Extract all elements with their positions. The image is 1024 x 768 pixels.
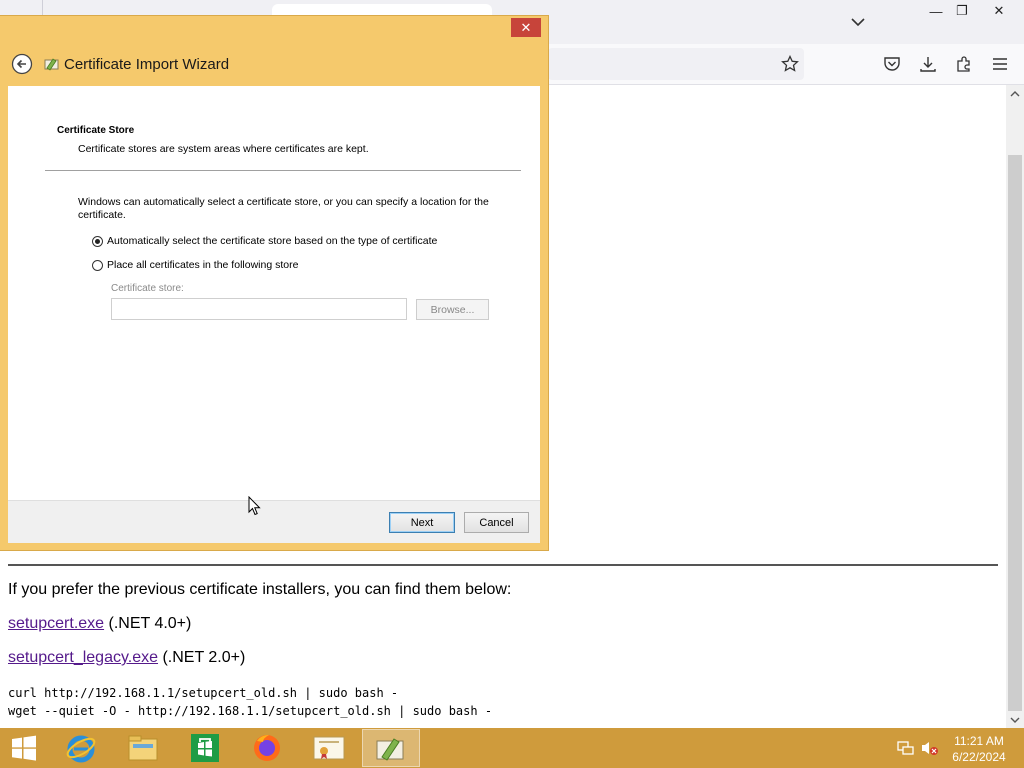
store-icon <box>191 734 219 762</box>
network-icon <box>897 741 914 755</box>
radio-unchecked-icon[interactable] <box>92 259 103 271</box>
scrollbar-thumb[interactable] <box>1008 155 1022 711</box>
section-description: Certificate stores are system areas wher… <box>78 143 369 155</box>
chevron-up-icon <box>1010 90 1020 96</box>
certificate-wizard-icon <box>376 738 404 761</box>
installer-row-legacy: setupcert_legacy.exe (.NET 2.0+) <box>8 648 245 668</box>
folder-icon <box>128 735 158 761</box>
browser-restore-button[interactable]: ❐ <box>945 0 979 22</box>
place-in-store-option[interactable]: Place all certificates in the following … <box>92 257 298 273</box>
browser-close-button[interactable]: ✕ <box>982 0 1016 22</box>
setupcert-legacy-exe-note: (.NET 2.0+) <box>158 649 246 666</box>
chevron-down-icon <box>1010 717 1020 723</box>
extensions-icon <box>957 56 970 72</box>
installers-intro: If you prefer the previous certificate i… <box>8 581 512 598</box>
clock-time: 11:21 AM <box>954 734 1004 748</box>
dialog-footer <box>8 500 540 543</box>
auto-select-store-option[interactable]: Automatically select the certificate sto… <box>92 233 437 249</box>
curl-command: curl http://192.168.1.1/setupcert_old.sh… <box>8 686 399 700</box>
installer-row-setupcert: setupcert.exe (.NET 4.0+) <box>8 614 191 634</box>
taskbar-certificate-import-wizard[interactable] <box>362 729 420 767</box>
volume-muted-icon <box>922 742 938 755</box>
taskbar-file-explorer[interactable] <box>114 729 172 767</box>
download-icon <box>920 57 936 72</box>
tab-list-button[interactable] <box>846 10 870 34</box>
section-divider <box>45 170 521 171</box>
auto-select-store-label: Automatically select the certificate sto… <box>107 235 438 247</box>
internet-explorer-icon <box>66 735 96 763</box>
chevron-down-icon <box>851 18 865 27</box>
extensions-button[interactable] <box>952 52 976 76</box>
volume-tray-button[interactable] <box>921 740 939 756</box>
mouse-cursor-icon <box>248 495 262 516</box>
page-divider <box>8 564 998 566</box>
dialog-title: Certificate Import Wizard <box>64 56 230 73</box>
place-in-store-label: Place all certificates in the following … <box>107 259 299 271</box>
back-arrow-icon <box>11 53 33 75</box>
windows-logo-icon <box>12 735 36 761</box>
store-info-text: Windows can automatically select a certi… <box>78 196 489 221</box>
taskbar-firefox[interactable] <box>238 729 296 767</box>
taskbar-certificate[interactable] <box>300 729 358 767</box>
star-icon <box>781 55 799 72</box>
radio-checked-icon[interactable] <box>92 235 103 247</box>
setupcert-exe-note: (.NET 4.0+) <box>104 615 192 632</box>
network-tray-button[interactable] <box>897 740 915 756</box>
taskbar-internet-explorer[interactable] <box>52 729 110 767</box>
wget-command: wget --quiet -O - http://192.168.1.1/set… <box>8 704 493 718</box>
app-menu-button[interactable] <box>988 52 1012 76</box>
setupcert-legacy-exe-link[interactable]: setupcert_legacy.exe <box>8 649 158 666</box>
menu-icon <box>993 58 1007 70</box>
dialog-close-button[interactable]: ✕ <box>511 18 541 37</box>
taskbar-clock[interactable]: 11:21 AM 6/22/2024 <box>946 733 1012 765</box>
start-button[interactable] <box>0 729 48 767</box>
scroll-up-button[interactable] <box>1006 86 1024 100</box>
certificate-store-input[interactable] <box>111 298 407 320</box>
scroll-down-button[interactable] <box>1006 713 1024 727</box>
section-title: Certificate Store <box>57 125 135 136</box>
certificate-icon <box>313 736 345 760</box>
firefox-icon <box>254 735 280 761</box>
pocket-button[interactable] <box>880 52 904 76</box>
cancel-button[interactable]: Cancel <box>464 512 529 533</box>
certificate-store-label: Certificate store: <box>111 283 184 294</box>
bookmark-star-button[interactable] <box>778 52 802 76</box>
certificate-wizard-icon <box>43 55 61 73</box>
url-bar[interactable] <box>548 48 804 80</box>
setupcert-exe-link[interactable]: setupcert.exe <box>8 615 104 632</box>
pocket-icon <box>884 57 900 71</box>
downloads-button[interactable] <box>916 52 940 76</box>
next-button[interactable]: Next <box>389 512 455 533</box>
dialog-back-button[interactable] <box>11 53 33 75</box>
browse-button[interactable]: Browse... <box>416 299 489 320</box>
taskbar-store[interactable] <box>176 729 234 767</box>
clock-date: 6/22/2024 <box>952 750 1006 764</box>
